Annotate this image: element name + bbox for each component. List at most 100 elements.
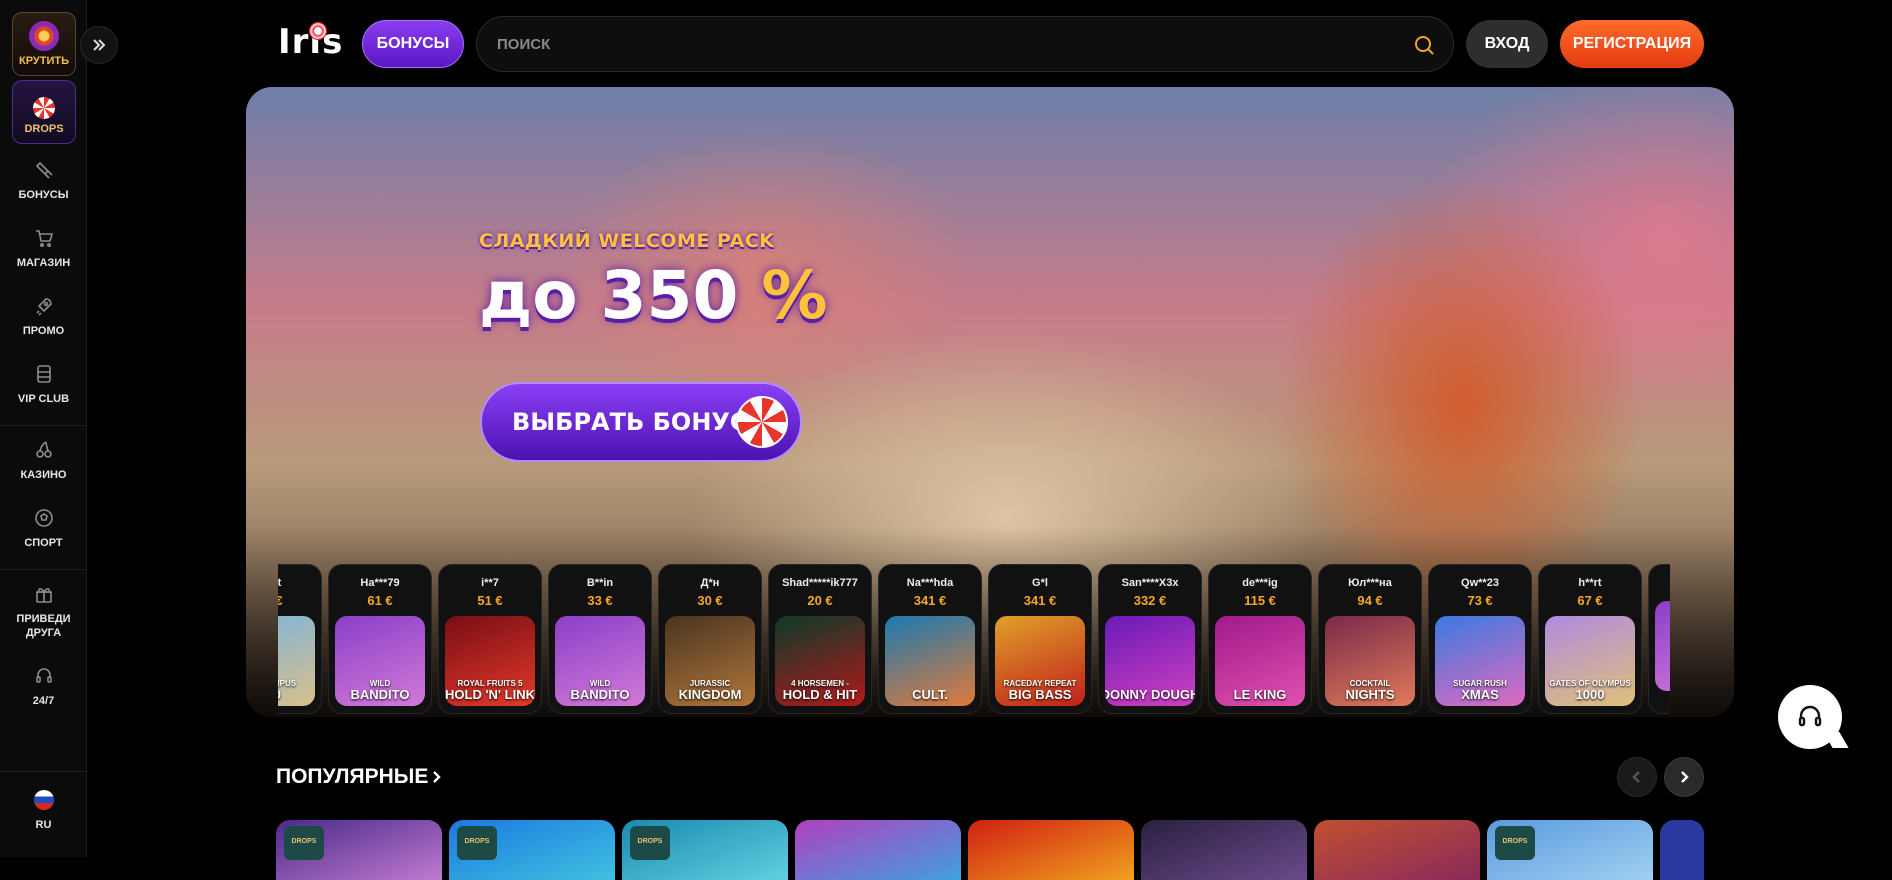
drops-badge: DROPS <box>1495 826 1535 860</box>
winner-username: de***ig <box>1242 577 1278 589</box>
winner-username: B**in <box>586 577 614 589</box>
popular-game-card[interactable] <box>1314 820 1480 880</box>
login-button[interactable]: ВХОД <box>1466 20 1548 68</box>
banner-title-prefix: до 350 <box>479 257 739 334</box>
game-thumbnail[interactable]: 4 HORSEMEN - HOLD & HIT <box>775 616 865 706</box>
game-thumbnail[interactable]: WILD BANDITO <box>335 616 425 706</box>
carousel-prev-button[interactable] <box>1617 757 1657 797</box>
sidebar-item-shop[interactable]: МАГАЗИН <box>0 228 87 270</box>
winner-card[interactable]: de***ig 115 € LE KING <box>1208 564 1312 714</box>
sidebar-item-promo[interactable]: ПРОМО <box>0 296 87 338</box>
winner-amount: 73 € <box>1467 593 1493 608</box>
popular-game-card[interactable] <box>1141 820 1307 880</box>
game-thumbnail[interactable]: COCKTAIL NIGHTS <box>1325 616 1415 706</box>
recent-winners-ticker: a**rt 67 € OF OLYMPUS000 Ha***79 61 € WILDBAN… <box>278 564 1670 714</box>
winner-card[interactable]: Shad*****ik777 20 € 4 HORSEMEN - HOLD & HIT <box>768 564 872 714</box>
sidebar-divider <box>0 569 87 570</box>
game-title: 1000 <box>1575 687 1605 702</box>
game-title: XMAS <box>1461 687 1499 702</box>
winner-username: Ha***79 <box>360 577 400 589</box>
game-thumbnail[interactable]: DONNY DOUGH <box>1105 616 1195 706</box>
winner-amount: 30 € <box>697 593 723 608</box>
game-thumbnail[interactable]: ROYAL FRUITS 5 HOLD 'N' LINK <box>445 616 535 706</box>
game-title: BIG BASS <box>1008 687 1072 702</box>
drops-badge: DROPS <box>457 826 497 860</box>
winner-username: San****X3x <box>1121 577 1179 589</box>
popular-game-card[interactable] <box>1660 820 1704 880</box>
winner-card[interactable]: B**in 33 € WILD BANDITO <box>548 564 652 714</box>
game-title: BANDITO <box>570 687 630 702</box>
game-thumbnail[interactable]: CULT. <box>885 616 975 706</box>
carousel-next-button[interactable] <box>1664 757 1704 797</box>
winner-card[interactable]: Qw**23 73 € SUGAR RUSH XMAS <box>1428 564 1532 714</box>
chevron-right-icon <box>1681 771 1689 783</box>
spin-label: КРУТИТЬ <box>19 55 69 67</box>
game-thumbnail[interactable]: WILD BANDITO <box>555 616 645 706</box>
winner-amount: 341 € <box>913 593 947 608</box>
popular-game-card[interactable]: DROPS <box>276 820 442 880</box>
choose-bonus-label: ВЫБРАТЬ БОНУС <box>512 408 748 436</box>
sidebar-item-label: БОНУСЫ <box>18 189 69 201</box>
winner-card[interactable]: Ha***79 61 € WILD BANDITO <box>328 564 432 714</box>
game-title: 000 <box>278 688 281 702</box>
winner-amount: 94 € <box>1357 593 1383 608</box>
choose-bonus-button[interactable]: ВЫБРАТЬ БОНУС <box>480 382 802 462</box>
winner-card[interactable]: G*l 341 € RACEDAY REPEAT BIG BASS <box>988 564 1092 714</box>
register-button[interactable]: РЕГИСТРАЦИЯ <box>1560 20 1704 68</box>
winner-card[interactable]: a**rt 67 € OF OLYMPUS000 <box>278 564 322 714</box>
winner-amount: 341 € <box>1023 593 1057 608</box>
sidebar-item-bonuses[interactable]: БОНУСЫ <box>0 160 87 202</box>
winner-card[interactable]: Na***hda 341 € CULT. <box>878 564 982 714</box>
double-chevron-right-icon <box>93 39 106 51</box>
game-thumbnail[interactable]: OF OLYMPUS000 <box>278 616 315 706</box>
winner-card[interactable]: San****X3x 332 € DONNY DOUGH <box>1098 564 1202 714</box>
winner-card[interactable]: HB <box>1648 564 1670 714</box>
game-thumbnail[interactable]: LE KING <box>1215 616 1305 706</box>
popular-game-card[interactable]: DROPS <box>622 820 788 880</box>
spin-wheel-button[interactable]: КРУТИТЬ <box>12 12 76 76</box>
sidebar-item-label: СПОРТ <box>24 537 63 549</box>
sidebar-divider <box>0 425 87 426</box>
sidebar-item-sport[interactable]: СПОРТ <box>0 508 87 550</box>
sidebar-item-vip-club[interactable]: VIP CLUB <box>0 364 87 406</box>
winner-amount: 332 € <box>1133 593 1167 608</box>
winner-card[interactable]: Д*н 30 € JURASSIC KINGDOM <box>658 564 762 714</box>
sidebar-item-refer-friend[interactable]: ПРИВЕДИ ДРУГА <box>0 584 87 640</box>
game-thumbnail[interactable]: SUGAR RUSH XMAS <box>1435 616 1525 706</box>
popular-section-title[interactable]: ПОПУЛЯРНЫЕ <box>276 765 428 789</box>
winner-username: i**7 <box>481 577 499 589</box>
sidebar-toggle-button[interactable] <box>80 26 118 64</box>
bonuses-button[interactable]: БОНУСЫ <box>362 20 464 68</box>
game-title: NIGHTS <box>1345 687 1395 702</box>
sidebar-item-casino[interactable]: КАЗИНО <box>0 440 87 482</box>
support-bubble-tail <box>1823 732 1849 748</box>
game-thumbnail[interactable]: JURASSIC KINGDOM <box>665 616 755 706</box>
search-icon[interactable] <box>1413 34 1435 56</box>
lollipop-icon <box>33 97 55 119</box>
popular-game-card[interactable]: DROPS <box>1487 820 1653 880</box>
game-thumbnail[interactable]: GATES OF OLYMPUS 1000 <box>1545 616 1635 706</box>
language-selector[interactable]: RU <box>0 790 87 832</box>
winner-card[interactable]: Юл***на 94 € COCKTAIL NIGHTS <box>1318 564 1422 714</box>
popular-game-card[interactable]: DROPS <box>449 820 615 880</box>
sidebar-item-support[interactable]: 24/7 <box>0 666 87 708</box>
winner-card[interactable]: h**rt 67 € GATES OF OLYMPUS 1000 <box>1538 564 1642 714</box>
winner-username: Qw**23 <box>1461 577 1499 589</box>
game-title: CULT. <box>912 687 948 702</box>
cherry-icon <box>35 441 52 458</box>
sidebar-item-label: 24/7 <box>32 695 55 707</box>
game-title: BANDITO <box>350 687 410 702</box>
game-thumbnail[interactable]: RACEDAY REPEAT BIG BASS <box>995 616 1085 706</box>
chevron-right-icon[interactable] <box>430 766 448 788</box>
search-input[interactable] <box>497 17 1397 71</box>
winner-amount: 33 € <box>587 593 613 608</box>
drops-button[interactable]: DROPS <box>12 80 76 144</box>
winner-card[interactable]: i**7 51 € ROYAL FRUITS 5 HOLD 'N' LINK <box>438 564 542 714</box>
popular-game-card[interactable] <box>968 820 1134 880</box>
bonus-icon <box>35 161 53 179</box>
game-thumbnail[interactable]: B <box>1655 601 1670 691</box>
winner-username: h**rt <box>1578 577 1602 589</box>
language-label: RU <box>35 819 52 831</box>
drops-label: DROPS <box>24 123 64 135</box>
popular-game-card[interactable] <box>795 820 961 880</box>
